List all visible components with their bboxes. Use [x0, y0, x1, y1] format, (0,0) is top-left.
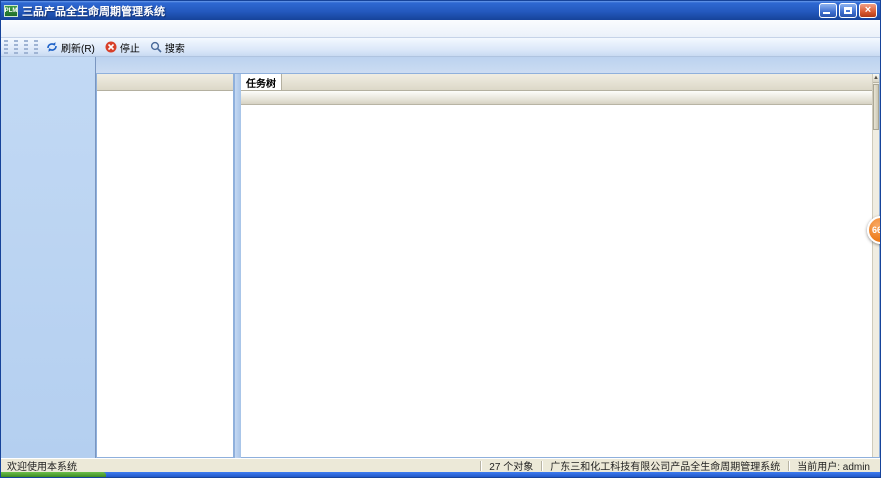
navigation-sidebar: [1, 57, 96, 458]
toolbar-grip[interactable]: [34, 40, 38, 54]
scroll-up-icon[interactable]: ▲: [873, 74, 879, 83]
company-text: 广东三和化工科技有限公司产品全生命周期管理系统: [544, 458, 786, 473]
tree-panel-tabs: [97, 74, 233, 91]
current-user: 当前用户: admin: [791, 458, 880, 473]
app-logo-icon: PLM: [4, 5, 18, 17]
vertical-scrollbar[interactable]: ▲: [872, 74, 879, 457]
panel-splitter[interactable]: [234, 74, 241, 458]
title-bar[interactable]: PLM 三品产品全生命周期管理系统 ×: [1, 1, 880, 20]
stop-button[interactable]: 停止: [100, 39, 145, 56]
toolbar-grip[interactable]: [14, 40, 18, 54]
search-button[interactable]: 搜索: [145, 39, 190, 56]
object-count: 27 个对象: [483, 458, 539, 473]
project-tree: [97, 91, 233, 457]
main-area: 任务树 66 ▲: [96, 57, 880, 458]
task-table-body: [241, 105, 879, 457]
toolbar-grip[interactable]: [4, 40, 8, 54]
tab-task-tree[interactable]: 任务树: [241, 74, 282, 90]
scrollbar-thumb[interactable]: [873, 84, 879, 130]
maximize-button[interactable]: [839, 3, 857, 18]
task-table-header: [241, 91, 879, 105]
status-bar: 欢迎使用本系统 27 个对象 广东三和化工科技有限公司产品全生命周期管理系统 当…: [1, 458, 880, 472]
refresh-button[interactable]: 刷新(R): [41, 39, 100, 56]
search-icon: [150, 41, 162, 53]
menu-bar: [1, 20, 880, 38]
window-title: 三品产品全生命周期管理系统: [22, 3, 819, 19]
close-button[interactable]: ×: [859, 3, 877, 18]
os-taskbar: [1, 472, 880, 477]
start-button[interactable]: [1, 472, 106, 477]
task-panel: 任务树 66 ▲: [241, 74, 880, 458]
toolbar-grip[interactable]: [24, 40, 28, 54]
task-panel-tabs: 任务树: [241, 74, 879, 91]
document-tab-strip: [96, 57, 880, 74]
refresh-icon: [46, 41, 58, 53]
welcome-text: 欢迎使用本系统: [1, 458, 83, 473]
app-window: PLM 三品产品全生命周期管理系统 × 刷新(R) 停止 搜索: [0, 0, 881, 478]
stop-icon: [105, 41, 117, 53]
toolbar: 刷新(R) 停止 搜索: [1, 38, 880, 57]
minimize-button[interactable]: [819, 3, 837, 18]
project-tree-panel: [96, 74, 234, 458]
